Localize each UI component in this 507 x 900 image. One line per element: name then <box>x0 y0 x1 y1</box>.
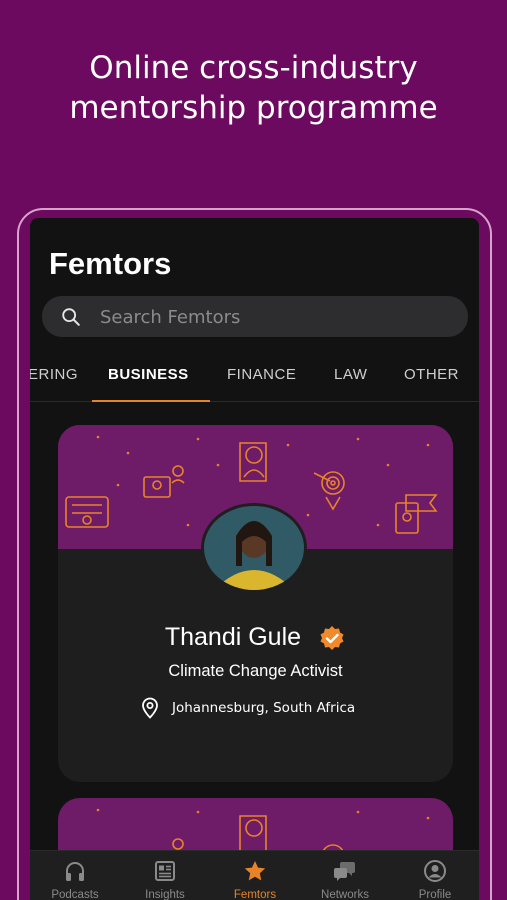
tab-finance[interactable]: FINANCE <box>227 366 296 383</box>
nav-label: Networks <box>321 889 369 900</box>
search-input[interactable]: Search Femtors <box>42 296 468 337</box>
headline-line-2: mentorship programme <box>69 90 438 126</box>
femtor-name-row: Thandi Gule <box>58 623 453 652</box>
page-title: Femtors <box>49 246 172 281</box>
femtor-card[interactable]: Thandi Gule Climate Change Activist Joha… <box>58 425 453 782</box>
avatar-portrait <box>204 506 304 590</box>
nav-label: Podcasts <box>51 889 99 900</box>
bottom-nav: Podcasts Insights Femtors Networks Profi… <box>30 850 479 900</box>
tab-other[interactable]: OTHER <box>404 366 459 383</box>
active-tab-indicator <box>92 400 210 402</box>
newspaper-icon <box>155 861 175 881</box>
app-screen: Femtors Search Femtors ERING BUSINESS FI… <box>30 218 479 900</box>
verified-badge-icon <box>320 625 344 650</box>
avatar <box>201 503 307 593</box>
search-icon <box>62 308 80 326</box>
nav-insights[interactable]: Insights <box>120 851 210 900</box>
tab-engineering[interactable]: ERING <box>30 366 78 383</box>
nav-femtors[interactable]: Femtors <box>210 851 300 900</box>
star-icon <box>244 861 266 881</box>
promo-headline: Online cross-industry mentorship program… <box>0 48 507 128</box>
category-tabs: ERING BUSINESS FINANCE LAW OTHER <box>30 348 479 402</box>
tab-business[interactable]: BUSINESS <box>108 366 189 383</box>
location-text: Johannesburg, South Africa <box>172 700 356 716</box>
headphones-icon <box>66 862 84 881</box>
search-placeholder: Search Femtors <box>100 307 241 328</box>
nav-networks[interactable]: Networks <box>300 851 390 900</box>
nav-podcasts[interactable]: Podcasts <box>30 851 120 900</box>
phone-frame: Femtors Search Femtors ERING BUSINESS FI… <box>17 208 492 900</box>
map-pin-icon <box>142 697 158 719</box>
nav-label: Profile <box>418 889 452 900</box>
nav-profile[interactable]: Profile <box>390 851 479 900</box>
headline-line-1: Online cross-industry <box>89 50 418 86</box>
user-circle-icon <box>424 860 446 882</box>
nav-label: Insights <box>145 889 185 900</box>
nav-label: Femtors <box>233 889 277 900</box>
femtor-name: Thandi Gule <box>164 623 302 651</box>
femtor-role: Climate Change Activist <box>168 662 343 680</box>
chat-bubbles-icon <box>334 862 355 881</box>
tab-law[interactable]: LAW <box>334 366 367 383</box>
